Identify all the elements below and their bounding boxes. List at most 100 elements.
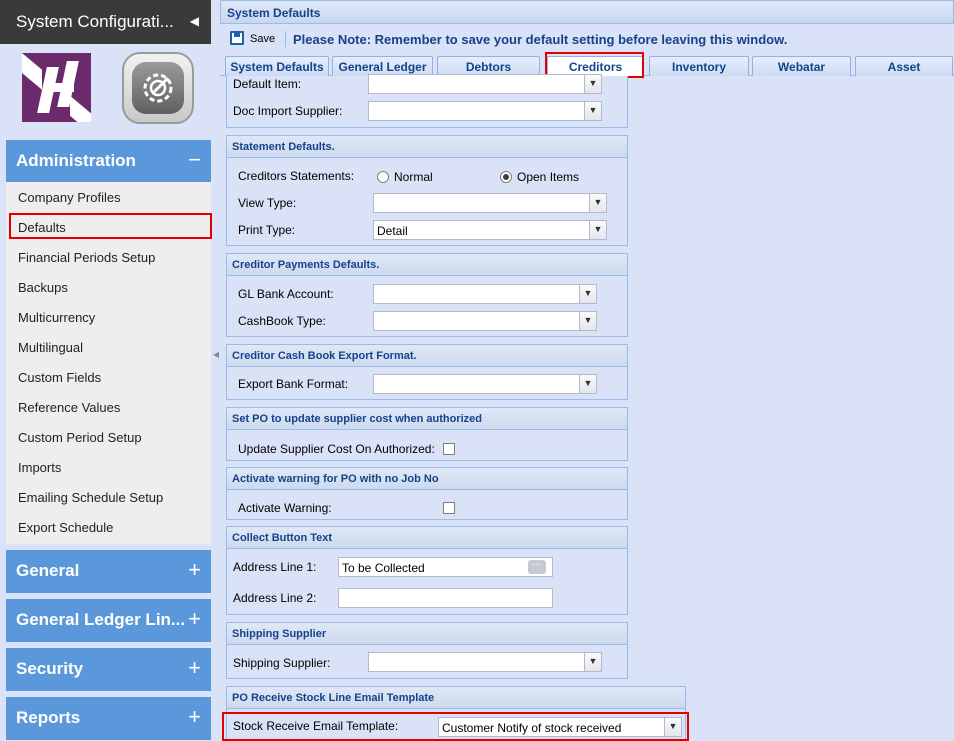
collapse-left-icon[interactable]: ◀ [190, 14, 199, 28]
sidebar-title: System Configurati... [16, 12, 174, 31]
input-value: To be Collected [342, 561, 425, 575]
tab-debtors[interactable]: Debtors [437, 56, 540, 76]
activate-warning-checkbox[interactable] [443, 502, 455, 514]
address-line-2-input[interactable] [338, 588, 553, 608]
fieldset-title: Shipping Supplier [227, 623, 627, 645]
export-bank-format-label: Export Bank Format: [238, 377, 349, 391]
menu-item-custom-fields[interactable]: Custom Fields [18, 370, 101, 385]
fieldset-top-defaults: Default Item: ▼ Doc Import Supplier: ▼ [226, 74, 628, 128]
radio-normal-label[interactable]: Normal [394, 170, 433, 184]
chevron-down-icon[interactable]: ▼ [584, 653, 601, 671]
expand-plus-icon[interactable]: + [188, 704, 201, 730]
chevron-down-icon[interactable]: ▼ [579, 375, 596, 393]
selection-highlight-email-template [222, 712, 689, 741]
tab-inventory[interactable]: Inventory [649, 56, 749, 76]
sidebar-header: System Configurati... ◀ [0, 0, 211, 44]
fieldset-title: Statement Defaults. [227, 136, 627, 158]
fieldset-collect-button: Collect Button Text Address Line 1: To b… [226, 526, 628, 615]
combo-value: Detail [377, 224, 408, 238]
menu-item-imports[interactable]: Imports [18, 460, 61, 475]
fieldset-title: Creditor Cash Book Export Format. [227, 345, 627, 367]
sidebar: System Configurati... ◀ Administration −… [0, 0, 218, 741]
tab-system-defaults[interactable]: System Defaults [225, 56, 329, 76]
address-line-1-input[interactable]: To be Collected ··· [338, 557, 553, 577]
administration-menu: Company Profiles Defaults Financial Peri… [6, 182, 212, 544]
panel-title: System Defaults [220, 0, 954, 24]
menu-item-reference-values[interactable]: Reference Values [18, 400, 120, 415]
default-item-combo[interactable]: ▼ [368, 74, 602, 94]
tab-asset[interactable]: Asset [855, 56, 953, 76]
ellipsis-icon[interactable]: ··· [528, 560, 546, 574]
expand-plus-icon[interactable]: + [188, 606, 201, 632]
fieldset-title: Creditor Payments Defaults. [227, 254, 627, 276]
fieldset-title: Set PO to update supplier cost when auth… [227, 408, 627, 430]
expand-plus-icon[interactable]: + [188, 557, 201, 583]
menu-item-multilingual[interactable]: Multilingual [18, 340, 83, 355]
view-type-label: View Type: [238, 196, 297, 210]
logo-area [0, 44, 211, 136]
accordion-security[interactable]: Security + [6, 648, 211, 691]
chevron-down-icon[interactable]: ▼ [579, 312, 596, 330]
fieldset-creditor-payments: Creditor Payments Defaults. GL Bank Acco… [226, 253, 628, 337]
expand-plus-icon[interactable]: + [188, 655, 201, 681]
tab-general-ledger[interactable]: General Ledger [332, 56, 433, 76]
cashbook-type-label: CashBook Type: [238, 314, 326, 328]
settings-app-icon [122, 52, 194, 124]
default-item-label: Default Item: [233, 77, 302, 91]
chevron-down-icon[interactable]: ▼ [589, 221, 606, 239]
update-supplier-cost-label: Update Supplier Cost On Authorized: [238, 442, 435, 456]
chevron-down-icon[interactable]: ▼ [584, 75, 601, 93]
gl-bank-account-label: GL Bank Account: [238, 287, 334, 301]
fieldset-statement-defaults: Statement Defaults. Creditors Statements… [226, 135, 628, 246]
accordion-administration[interactable]: Administration − [6, 140, 211, 183]
menu-item-custom-period-setup[interactable]: Custom Period Setup [18, 430, 142, 445]
radio-open-items-label[interactable]: Open Items [517, 170, 579, 184]
company-logo [22, 53, 91, 122]
shipping-supplier-combo[interactable]: ▼ [368, 652, 602, 672]
main-panel: System Defaults Save Please Note: Rememb… [219, 0, 954, 741]
shipping-supplier-label: Shipping Supplier: [233, 656, 331, 670]
radio-open-items[interactable] [500, 171, 512, 183]
toolbar-separator [285, 31, 286, 47]
splitter-handle[interactable]: ◀ [213, 350, 219, 390]
doc-import-supplier-combo[interactable]: ▼ [368, 101, 602, 121]
creditors-statements-label: Creditors Statements: [238, 169, 355, 183]
accordion-administration-label: Administration [16, 151, 136, 170]
accordion-label: Reports [16, 708, 81, 727]
gl-bank-account-combo[interactable]: ▼ [373, 284, 597, 304]
accordion-general-ledger[interactable]: General Ledger Lin... + [6, 599, 211, 642]
export-bank-format-combo[interactable]: ▼ [373, 374, 597, 394]
save-button[interactable]: Save [230, 30, 275, 48]
chevron-down-icon[interactable]: ▼ [579, 285, 596, 303]
floppy-disk-icon [230, 31, 244, 45]
selection-highlight-defaults [9, 213, 212, 239]
save-button-label: Save [250, 33, 276, 45]
menu-item-company-profiles[interactable]: Company Profiles [18, 190, 121, 205]
accordion-general[interactable]: General + [6, 550, 211, 593]
doc-import-supplier-label: Doc Import Supplier: [233, 104, 343, 118]
update-supplier-cost-checkbox[interactable] [443, 443, 455, 455]
fieldset-shipping-supplier: Shipping Supplier Shipping Supplier: ▼ [226, 622, 628, 679]
fieldset-po-update-cost: Set PO to update supplier cost when auth… [226, 407, 628, 461]
print-type-label: Print Type: [238, 223, 296, 237]
tab-webatar[interactable]: Webatar [752, 56, 851, 76]
address-line-1-label: Address Line 1: [233, 560, 317, 574]
menu-item-financial-periods-setup[interactable]: Financial Periods Setup [18, 250, 155, 265]
view-type-combo[interactable]: ▼ [373, 193, 607, 213]
menu-item-export-schedule[interactable]: Export Schedule [18, 520, 113, 535]
print-type-combo[interactable]: Detail ▼ [373, 220, 607, 240]
cashbook-type-combo[interactable]: ▼ [373, 311, 597, 331]
menu-item-multicurrency[interactable]: Multicurrency [18, 310, 95, 325]
accordion-label: General Ledger Lin... [16, 610, 186, 629]
menu-item-emailing-schedule-setup[interactable]: Emailing Schedule Setup [18, 490, 163, 505]
chevron-down-icon[interactable]: ▼ [584, 102, 601, 120]
radio-normal[interactable] [377, 171, 389, 183]
accordion-reports[interactable]: Reports + [6, 697, 211, 740]
collapse-minus-icon[interactable]: − [188, 147, 201, 173]
save-reminder-note: Please Note: Remember to save your defau… [293, 32, 788, 47]
fieldset-cash-book-export: Creditor Cash Book Export Format. Export… [226, 344, 628, 400]
chevron-down-icon[interactable]: ▼ [589, 194, 606, 212]
fieldset-title: PO Receive Stock Line Email Template [227, 687, 685, 709]
address-line-2-label: Address Line 2: [233, 591, 317, 605]
menu-item-backups[interactable]: Backups [18, 280, 68, 295]
